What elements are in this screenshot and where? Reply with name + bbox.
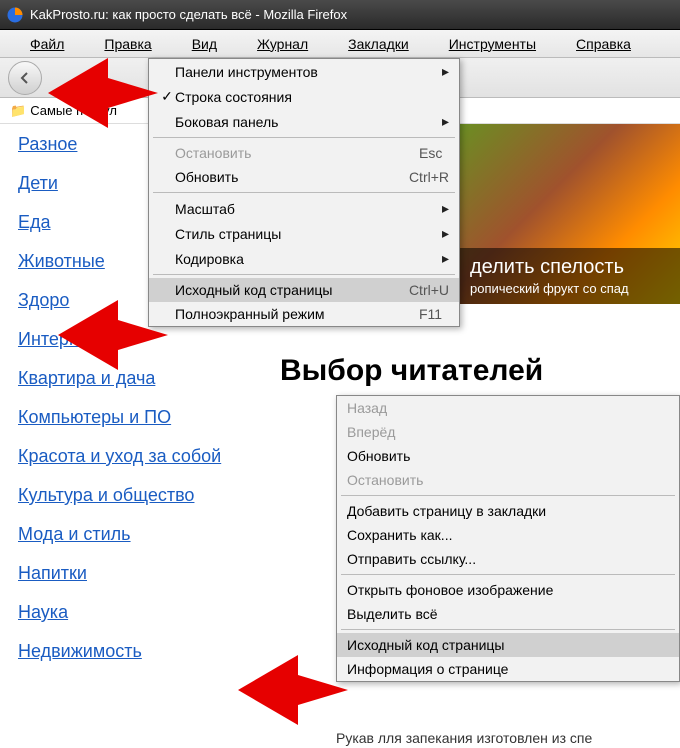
menu-item-statusbar[interactable]: ✓Строка состояния: [149, 84, 459, 109]
sidebar-link[interactable]: Напитки: [18, 563, 262, 584]
ctx-item-bgimage[interactable]: Открыть фоновое изображение: [337, 578, 679, 602]
menu-item-pagestyle[interactable]: Стиль страницы▸: [149, 221, 459, 246]
ctx-item-sendlink[interactable]: Отправить ссылку...: [337, 547, 679, 571]
sidebar-link[interactable]: Мода и стиль: [18, 524, 262, 545]
sidebar-link[interactable]: Культура и общество: [18, 485, 262, 506]
menu-item-fullscreen[interactable]: Полноэкранный режимF11: [149, 302, 459, 326]
ctx-item-page-info[interactable]: Информация о странице: [337, 657, 679, 681]
menu-bookmarks[interactable]: Закладки: [328, 32, 429, 56]
window-title: KakProsto.ru: как просто сделать всё - M…: [30, 7, 347, 22]
menu-help[interactable]: Справка: [556, 32, 651, 56]
menu-item-reload[interactable]: ОбновитьCtrl+R: [149, 165, 459, 189]
menu-history[interactable]: Журнал: [237, 32, 328, 56]
ctx-item-forward[interactable]: Вперёд: [337, 420, 679, 444]
bookmark-folder-icon: 📁: [10, 103, 26, 119]
annotation-arrow-3: [238, 645, 348, 735]
menu-item-sidebar[interactable]: Боковая панель▸: [149, 109, 459, 134]
menu-item-encoding[interactable]: Кодировка▸: [149, 246, 459, 271]
menu-item-zoom[interactable]: Масштаб▸: [149, 196, 459, 221]
ctx-item-reload[interactable]: Обновить: [337, 444, 679, 468]
menu-tools[interactable]: Инструменты: [429, 32, 556, 56]
menu-view[interactable]: Вид: [172, 32, 237, 56]
sidebar-link[interactable]: Недвижимость: [18, 641, 262, 662]
context-menu: Назад Вперёд Обновить Остановить Добавит…: [336, 395, 680, 682]
featured-banner[interactable]: делить спелость ропический фрукт со спад: [460, 124, 680, 304]
annotation-arrow-1: [48, 48, 158, 138]
sidebar-link[interactable]: Компьютеры и ПО: [18, 407, 262, 428]
sidebar-link[interactable]: Красота и уход за собой: [18, 446, 262, 467]
menu-item-page-source[interactable]: Исходный код страницыCtrl+U: [149, 278, 459, 302]
ctx-item-selectall[interactable]: Выделить всё: [337, 602, 679, 626]
ctx-item-back[interactable]: Назад: [337, 396, 679, 420]
banner-title: делить спелость: [470, 256, 670, 279]
section-heading: Выбор читателей: [280, 354, 543, 388]
ctx-item-page-source[interactable]: Исходный код страницы: [337, 633, 679, 657]
menu-item-toolbars[interactable]: Панели инструментов▸: [149, 59, 459, 84]
menu-item-stop[interactable]: ОстановитьEsc: [149, 141, 459, 165]
article-snippet: Рукав лля запекания изготовлен из спе: [336, 730, 592, 746]
ctx-item-bookmark[interactable]: Добавить страницу в закладки: [337, 499, 679, 523]
ctx-item-stop[interactable]: Остановить: [337, 468, 679, 492]
banner-subtitle: ропический фрукт со спад: [470, 281, 670, 296]
window-titlebar: KakProsto.ru: как просто сделать всё - M…: [0, 0, 680, 30]
ctx-item-saveas[interactable]: Сохранить как...: [337, 523, 679, 547]
sidebar-link[interactable]: Наука: [18, 602, 262, 623]
annotation-arrow-2: [58, 290, 168, 380]
back-button[interactable]: [8, 61, 42, 95]
firefox-icon: [6, 6, 24, 24]
view-dropdown-menu: Панели инструментов▸ ✓Строка состояния Б…: [148, 58, 460, 327]
